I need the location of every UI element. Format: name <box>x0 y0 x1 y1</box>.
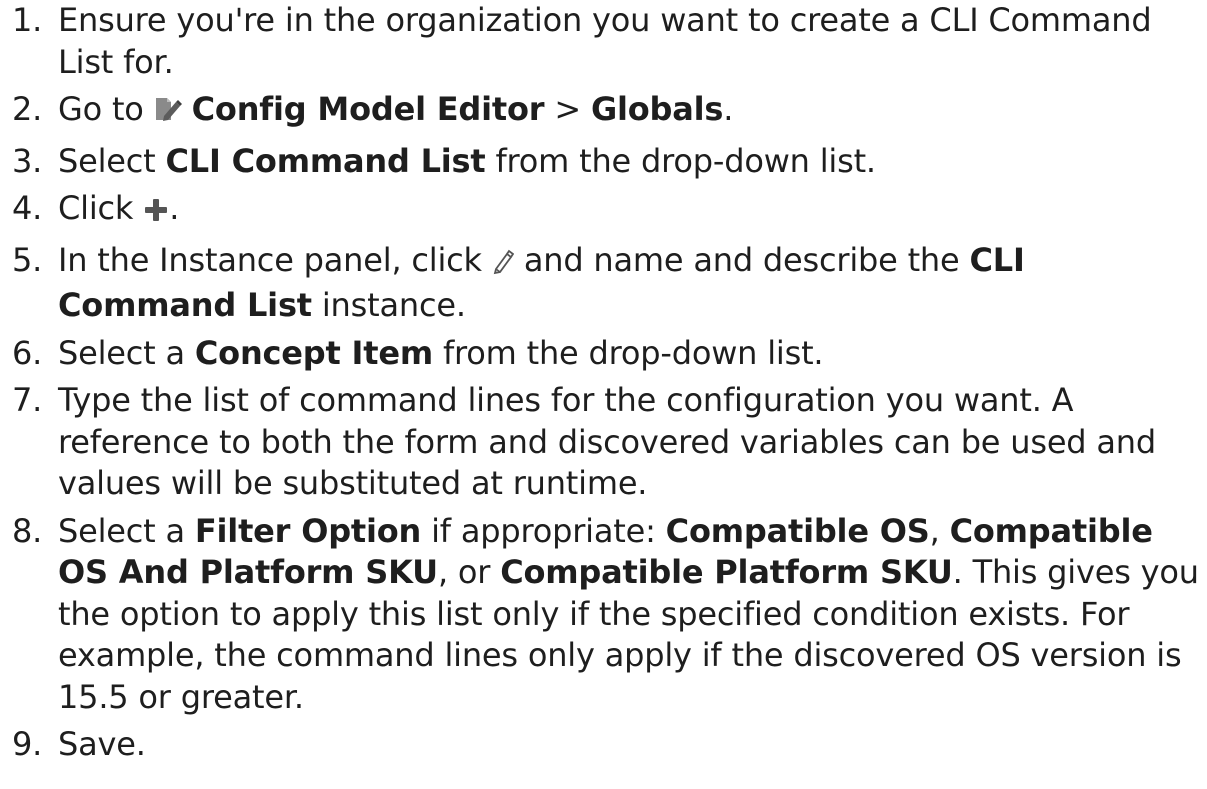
procedure-steps: 1. Ensure you're in the organization you… <box>0 0 1202 766</box>
step-number: 7. <box>12 381 43 419</box>
step-number: 6. <box>12 333 43 372</box>
step-8: 8. Select a Filter Option if appropriate… <box>12 511 1202 719</box>
step-3: 3. Select CLI Command List from the drop… <box>12 141 1202 183</box>
config-model-editor-icon <box>154 93 182 135</box>
step-text: Click . <box>58 188 1202 234</box>
step-text: Select CLI Command List from the drop-do… <box>58 141 876 180</box>
step-number: 4. <box>12 189 43 227</box>
step-7: 7. Type the list of command lines for th… <box>12 380 1202 505</box>
config-model-editor-label: Config Model Editor <box>191 90 545 128</box>
step-text: Type the list of command lines for the c… <box>58 381 1156 502</box>
step-number: 9. <box>12 725 43 763</box>
step-number: 1. <box>12 1 43 39</box>
plus-icon <box>143 192 169 234</box>
step-text: Select a Concept Item from the drop-down… <box>58 333 824 372</box>
step-text: Ensure you're in the organization you wa… <box>58 1 1152 81</box>
step-5: 5. In the Instance panel, click and name… <box>12 240 1202 327</box>
step-text: Save. <box>58 725 146 763</box>
step-text: In the Instance panel, click and name an… <box>58 240 1025 325</box>
step-6: 6. Select a Concept Item from the drop-d… <box>12 333 1202 375</box>
pencil-icon <box>492 244 515 286</box>
step-text: Select a Filter Option if appropriate: C… <box>58 511 1199 716</box>
step-9: 9. Save. <box>12 724 1202 766</box>
globals-label: Globals <box>590 90 724 128</box>
step-text: Go to Config Model Editor > Globals. <box>58 89 1202 135</box>
step-number: 8. <box>12 511 43 550</box>
step-4: 4. Click . <box>12 188 1202 234</box>
step-number: 3. <box>12 141 43 180</box>
step-2: 2. Go to Config Model Editor > Globals. <box>12 89 1202 135</box>
step-number: 2. <box>12 90 43 128</box>
step-1: 1. Ensure you're in the organization you… <box>12 0 1202 83</box>
step-number: 5. <box>12 240 43 279</box>
